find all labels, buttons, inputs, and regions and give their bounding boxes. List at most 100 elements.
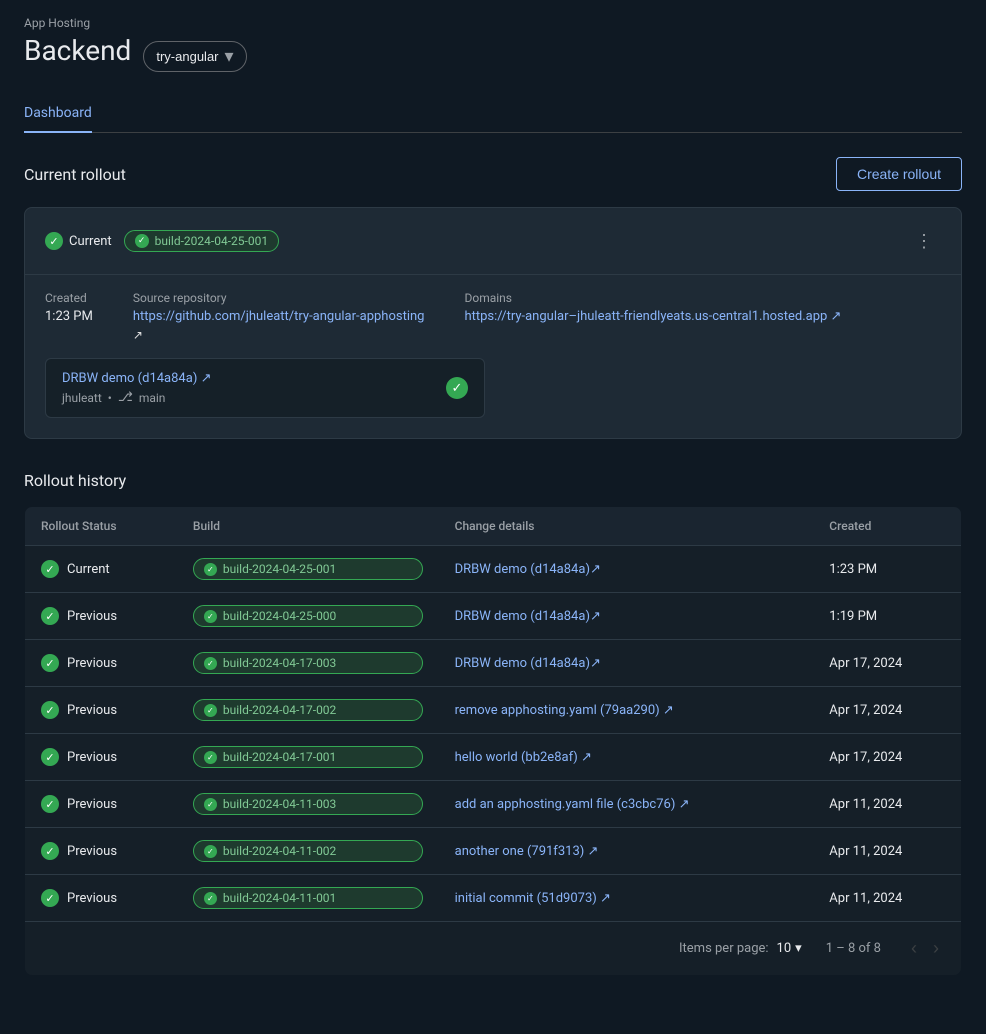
branch-selector[interactable]: try-angular ▾ bbox=[143, 41, 246, 72]
more-options-button[interactable]: ⋮ bbox=[907, 228, 941, 254]
row-status-0: ✓ Current bbox=[41, 560, 161, 578]
commit-meta: jhuleatt • ⎇ main bbox=[62, 390, 211, 405]
row-status-label-4: Previous bbox=[67, 750, 117, 765]
row-check-icon-4: ✓ bbox=[41, 748, 59, 766]
row-change-link-1[interactable]: DRBW demo (d14a84a)↗ bbox=[455, 609, 601, 624]
row-build-chip-6: ✓ build-2024-04-11-002 bbox=[193, 840, 423, 862]
row-build-check-2: ✓ bbox=[204, 657, 217, 670]
pagination-range: 1 – 8 of 8 bbox=[826, 941, 881, 956]
row-status-label-6: Previous bbox=[67, 844, 117, 859]
row-build-chip-7: ✓ build-2024-04-11-001 bbox=[193, 887, 423, 909]
row-build-check-7: ✓ bbox=[204, 892, 217, 905]
row-check-icon-1: ✓ bbox=[41, 607, 59, 625]
app-hosting-label: App Hosting bbox=[24, 16, 962, 30]
current-status-label: Current bbox=[69, 234, 112, 249]
per-page-value: 10 bbox=[777, 941, 792, 956]
table-row: ✓ Previous ✓ build-2024-04-11-001 initia… bbox=[25, 875, 962, 922]
per-page-selector[interactable]: 10 ▾ bbox=[777, 941, 802, 956]
table-row: ✓ Previous ✓ build-2024-04-25-000 DRBW d… bbox=[25, 593, 962, 640]
row-change-link-5[interactable]: add an apphosting.yaml file (c3cbc76) ↗ bbox=[455, 797, 690, 812]
nav-tabs: Dashboard bbox=[24, 95, 962, 133]
row-change-link-7[interactable]: initial commit (51d9073) ↗ bbox=[455, 891, 611, 906]
prev-page-button[interactable]: ‹ bbox=[905, 934, 923, 963]
tab-dashboard[interactable]: Dashboard bbox=[24, 95, 92, 133]
table-row: ✓ Current ✓ build-2024-04-25-001 DRBW de… bbox=[25, 546, 962, 593]
next-page-button[interactable]: › bbox=[927, 934, 945, 963]
card-divider bbox=[25, 274, 961, 275]
current-check-icon: ✓ bbox=[45, 232, 63, 250]
row-build-id-6: build-2024-04-11-002 bbox=[223, 844, 336, 858]
row-created-6: Apr 11, 2024 bbox=[813, 828, 961, 875]
table-row: ✓ Previous ✓ build-2024-04-11-002 anothe… bbox=[25, 828, 962, 875]
row-build-id-4: build-2024-04-17-001 bbox=[223, 750, 336, 764]
col-build: Build bbox=[177, 507, 439, 546]
row-change-link-0[interactable]: DRBW demo (d14a84a)↗ bbox=[455, 562, 601, 577]
row-status-7: ✓ Previous bbox=[41, 889, 161, 907]
domain-link[interactable]: https://try-angular–jhuleatt-friendlyeat… bbox=[464, 309, 841, 324]
col-created: Created bbox=[813, 507, 961, 546]
commit-box: DRBW demo (d14a84a) ↗ jhuleatt • ⎇ main … bbox=[45, 358, 485, 418]
row-change-ext-icon-7: ↗ bbox=[600, 891, 611, 906]
row-change-link-6[interactable]: another one (791f313) ↗ bbox=[455, 844, 599, 859]
create-rollout-button[interactable]: Create rollout bbox=[836, 157, 962, 191]
commit-author: jhuleatt bbox=[62, 391, 102, 405]
row-check-icon-6: ✓ bbox=[41, 842, 59, 860]
col-rollout-status: Rollout Status bbox=[25, 507, 177, 546]
row-change-ext-icon-3: ↗ bbox=[663, 703, 674, 718]
row-created-3: Apr 17, 2024 bbox=[813, 687, 961, 734]
row-build-id-1: build-2024-04-25-000 bbox=[223, 609, 336, 623]
source-repo-label: Source repository bbox=[133, 291, 425, 305]
row-build-check-1: ✓ bbox=[204, 610, 217, 623]
card-info-row: Created 1:23 PM Source repository https:… bbox=[45, 291, 941, 342]
row-build-chip-4: ✓ build-2024-04-17-001 bbox=[193, 746, 423, 768]
row-created-7: Apr 11, 2024 bbox=[813, 875, 961, 922]
row-build-chip-0: ✓ build-2024-04-25-001 bbox=[193, 558, 423, 580]
row-change-link-2[interactable]: DRBW demo (d14a84a)↗ bbox=[455, 656, 601, 671]
row-build-chip-3: ✓ build-2024-04-17-002 bbox=[193, 699, 423, 721]
row-status-label-3: Previous bbox=[67, 703, 117, 718]
domain-external-icon: ↗ bbox=[831, 309, 842, 324]
row-change-ext-icon-4: ↗ bbox=[581, 750, 592, 765]
row-status-2: ✓ Previous bbox=[41, 654, 161, 672]
row-status-label-0: Current bbox=[67, 562, 110, 577]
domains-label: Domains bbox=[464, 291, 841, 305]
row-check-icon-7: ✓ bbox=[41, 889, 59, 907]
row-change-link-4[interactable]: hello world (bb2e8af) ↗ bbox=[455, 750, 592, 765]
commit-link[interactable]: DRBW demo (d14a84a) ↗ bbox=[62, 371, 211, 386]
pagination-nav: ‹ › bbox=[905, 934, 945, 963]
row-created-0: 1:23 PM bbox=[813, 546, 961, 593]
row-check-icon-0: ✓ bbox=[41, 560, 59, 578]
row-build-check-0: ✓ bbox=[204, 563, 217, 576]
row-build-id-7: build-2024-04-11-001 bbox=[223, 891, 336, 905]
table-row: ✓ Previous ✓ build-2024-04-17-002 remove… bbox=[25, 687, 962, 734]
current-rollout-card: ✓ Current ✓ build-2024-04-25-001 ⋮ Creat… bbox=[24, 207, 962, 439]
pagination-row: Items per page: 10 ▾ 1 – 8 of 8 ‹ › bbox=[25, 921, 962, 976]
rollout-history-table: Rollout Status Build Change details Crea… bbox=[24, 506, 962, 976]
row-build-chip-1: ✓ build-2024-04-25-000 bbox=[193, 605, 423, 627]
row-status-5: ✓ Previous bbox=[41, 795, 161, 813]
row-change-link-3[interactable]: remove apphosting.yaml (79aa290) ↗ bbox=[455, 703, 674, 718]
row-status-label-7: Previous bbox=[67, 891, 117, 906]
table-row: ✓ Previous ✓ build-2024-04-17-001 hello … bbox=[25, 734, 962, 781]
commit-branch: main bbox=[139, 391, 166, 405]
branch-icon: ⎇ bbox=[118, 390, 133, 405]
source-repo-link[interactable]: https://github.com/jhuleatt/try-angular-… bbox=[133, 309, 425, 324]
current-rollout-title: Current rollout bbox=[24, 165, 126, 184]
row-check-icon-5: ✓ bbox=[41, 795, 59, 813]
row-created-4: Apr 17, 2024 bbox=[813, 734, 961, 781]
current-build-id: build-2024-04-25-001 bbox=[155, 234, 268, 248]
row-build-id-5: build-2024-04-11-003 bbox=[223, 797, 336, 811]
row-build-id-0: build-2024-04-25-001 bbox=[223, 562, 336, 576]
dot-separator: • bbox=[108, 391, 112, 405]
row-build-id-3: build-2024-04-17-002 bbox=[223, 703, 336, 717]
row-created-2: Apr 17, 2024 bbox=[813, 640, 961, 687]
per-page-chevron: ▾ bbox=[795, 941, 802, 956]
items-per-page: Items per page: 10 ▾ bbox=[679, 941, 802, 956]
row-build-check-4: ✓ bbox=[204, 751, 217, 764]
row-check-icon-3: ✓ bbox=[41, 701, 59, 719]
created-label: Created bbox=[45, 291, 93, 305]
table-row: ✓ Previous ✓ build-2024-04-17-003 DRBW d… bbox=[25, 640, 962, 687]
col-change-details: Change details bbox=[439, 507, 814, 546]
rollout-history-title: Rollout history bbox=[24, 471, 962, 490]
items-per-page-label: Items per page: bbox=[679, 941, 769, 956]
